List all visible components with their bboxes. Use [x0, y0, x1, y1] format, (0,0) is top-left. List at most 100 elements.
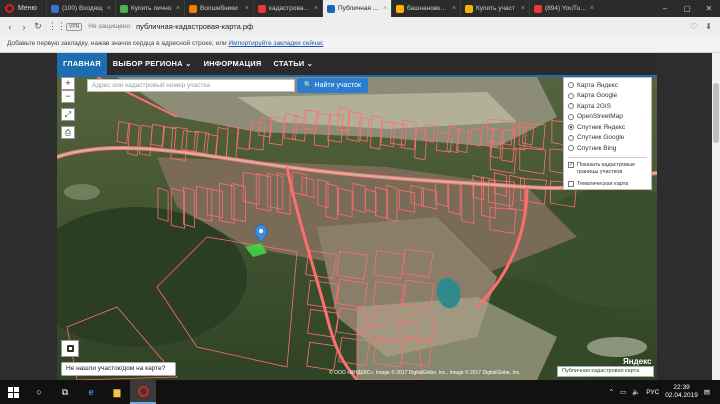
browser-tab[interactable]: кадастровая к ×: [253, 0, 322, 17]
thematic-map-option[interactable]: Тематическая карта: [568, 180, 647, 188]
tab-label: кадастровая к: [269, 5, 311, 12]
print-icon[interactable]: ⎙: [61, 126, 75, 139]
browser-tab[interactable]: (100) Входящ ×: [46, 0, 115, 17]
bookmark-hint: Добавьте первую закладку, нажав значок с…: [7, 40, 227, 47]
layer-option[interactable]: Карта Google: [568, 91, 647, 102]
apps-grid-icon[interactable]: ⋮⋮: [48, 21, 66, 32]
tab-label: Волшебники: [200, 5, 238, 12]
task-view-icon[interactable]: ⧉: [52, 380, 78, 404]
layer-divider: [568, 156, 647, 158]
show-cadastral-borders-label: Показать кадастровые границы участков: [577, 161, 636, 175]
bookmark-heart-icon[interactable]: ♡: [690, 22, 697, 31]
layer-label: Карта Google: [577, 92, 618, 100]
volume-icon[interactable]: 🔈: [632, 388, 640, 396]
system-tray: ⌃ ▭ 🔈 РУС 22:39 02.04.2019 ▤: [609, 384, 720, 400]
radio-unselected[interactable]: [568, 134, 574, 141]
layer-options: Карта Яндекс Карта Google Карта 2GIS OpenSt…: [568, 80, 647, 154]
minimap-toggle-button[interactable]: [61, 340, 79, 357]
edge-browser-icon[interactable]: e: [78, 380, 104, 404]
back-button[interactable]: ‹: [6, 22, 14, 32]
scrollbar-thumb[interactable]: [713, 83, 719, 143]
windows-taskbar: ○ ⧉ e ▆ ⌃ ▭ 🔈 РУС 22:39 02.04.2019 ▤: [0, 380, 720, 404]
layer-option[interactable]: Карта 2GIS: [568, 101, 647, 112]
page-content: ГЛАВНАЯ ВЫБОР РЕГИОНА ⌄ ИНФОРМАЦИЯ СТАТЬ…: [0, 53, 720, 380]
checkbox-unchecked[interactable]: [568, 180, 574, 187]
clock-time: 22:39: [673, 384, 690, 391]
radio-unselected[interactable]: [568, 113, 574, 120]
opera-taskbar-icon[interactable]: [130, 380, 156, 404]
layer-option[interactable]: Спутник Bing: [568, 143, 647, 154]
nav-information[interactable]: ИНФОРМАЦИЯ: [198, 53, 268, 75]
layer-option[interactable]: Спутник Яндекс: [568, 122, 647, 133]
layer-label: Карта Яндекс: [577, 81, 619, 89]
search-icon[interactable]: ○: [26, 380, 52, 404]
notifications-icon[interactable]: ▤: [704, 388, 710, 396]
windows-logo-icon: [7, 386, 19, 398]
nav-articles[interactable]: СТАТЬИ ⌄: [267, 53, 319, 75]
nav-region-select[interactable]: ВЫБОР РЕГИОНА ⌄: [107, 53, 198, 75]
tab-close-icon[interactable]: ×: [590, 5, 594, 12]
language-indicator[interactable]: РУС: [646, 389, 659, 396]
tab-close-icon[interactable]: ×: [176, 5, 180, 12]
layer-label: OpenStreetMap: [577, 113, 623, 121]
download-icon[interactable]: ⬇: [705, 22, 712, 31]
address-bar: ‹ › ↻ ⋮⋮ VPN Не защищено публичная-кадас…: [0, 17, 720, 36]
tab-favicon-icon: [327, 4, 335, 13]
show-cadastral-borders-option[interactable]: ✓ Показать кадастровые границы участков: [568, 161, 647, 176]
zoom-out-button[interactable]: −: [61, 90, 75, 103]
opera-menu-button[interactable]: Меню: [0, 0, 46, 17]
tab-label: Купить участ: [476, 5, 515, 12]
layer-option[interactable]: OpenStreetMap: [568, 112, 647, 123]
browser-tab[interactable]: Публичная кад ×: [322, 0, 391, 17]
tab-close-icon[interactable]: ×: [314, 5, 318, 12]
radio-unselected[interactable]: [568, 82, 574, 89]
radio-unselected[interactable]: [568, 103, 574, 110]
radio-unselected[interactable]: [568, 145, 574, 152]
security-status[interactable]: Не защищено: [88, 23, 130, 30]
reload-button[interactable]: ↻: [34, 21, 42, 32]
radio-unselected[interactable]: [568, 92, 574, 99]
find-parcel-button[interactable]: 🔍 Найти участок: [297, 78, 368, 93]
browser-tab[interactable]: Волшебники ×: [184, 0, 253, 17]
nav-home[interactable]: ГЛАВНАЯ: [57, 53, 107, 75]
browser-tab[interactable]: Купить участ ×: [460, 0, 529, 17]
maximize-button[interactable]: ▢: [676, 4, 698, 13]
tab-close-icon[interactable]: ×: [521, 5, 525, 12]
chevron-up-icon[interactable]: ⌃: [609, 388, 614, 396]
menu-label: Меню: [18, 5, 37, 12]
browser-tab[interactable]: Купить лично ×: [115, 0, 184, 17]
tab-close-icon[interactable]: ×: [452, 5, 456, 12]
minimize-button[interactable]: –: [654, 4, 676, 13]
tab-strip: Меню (100) Входящ × Купить лично × Волшебник…: [0, 0, 720, 17]
network-icon[interactable]: ▭: [620, 388, 626, 396]
layer-option[interactable]: Спутник Google: [568, 133, 647, 144]
layer-option[interactable]: Карта Яндекс: [568, 80, 647, 91]
tab-close-icon[interactable]: ×: [383, 5, 387, 12]
checkbox-checked[interactable]: ✓: [568, 161, 574, 168]
close-window-button[interactable]: ✕: [698, 4, 720, 13]
square-icon: [67, 345, 74, 352]
import-bookmarks-link[interactable]: Импортируйте закладки сейчас: [228, 40, 323, 47]
browser-tab[interactable]: (894) YouTube ×: [529, 0, 598, 17]
tab-close-icon[interactable]: ×: [245, 5, 249, 12]
forward-button[interactable]: ›: [20, 22, 28, 32]
file-explorer-icon[interactable]: ▆: [104, 380, 130, 404]
vpn-badge[interactable]: VPN: [66, 22, 83, 31]
map-search-input[interactable]: Адрес или кадастровый номер участка: [87, 79, 295, 92]
not-found-button[interactable]: Не нашли участок/дом на карте?: [61, 362, 176, 376]
public-cadastral-map-button[interactable]: Публичная кадастровая карта: [557, 366, 654, 377]
tab-close-icon[interactable]: ×: [107, 5, 111, 12]
url-field[interactable]: публичная-кадастровая-карта.рф: [136, 22, 253, 31]
thematic-map-label: Тематическая карта: [577, 180, 629, 187]
cadastral-map[interactable]: Адрес или кадастровый номер участка 🔍 На…: [57, 77, 657, 380]
tab-favicon-icon: [258, 4, 266, 13]
window-controls: – ▢ ✕: [654, 4, 720, 13]
fullscreen-icon[interactable]: ⤢: [61, 108, 75, 121]
browser-tab[interactable]: башнановка 6 ×: [391, 0, 460, 17]
zoom-in-button[interactable]: +: [61, 77, 75, 90]
clock[interactable]: 22:39 02.04.2019: [665, 384, 698, 400]
start-button[interactable]: [0, 380, 26, 404]
radio-selected[interactable]: [568, 124, 574, 131]
tab-label: (100) Входящ: [62, 5, 103, 12]
page-scrollbar[interactable]: [712, 53, 720, 380]
